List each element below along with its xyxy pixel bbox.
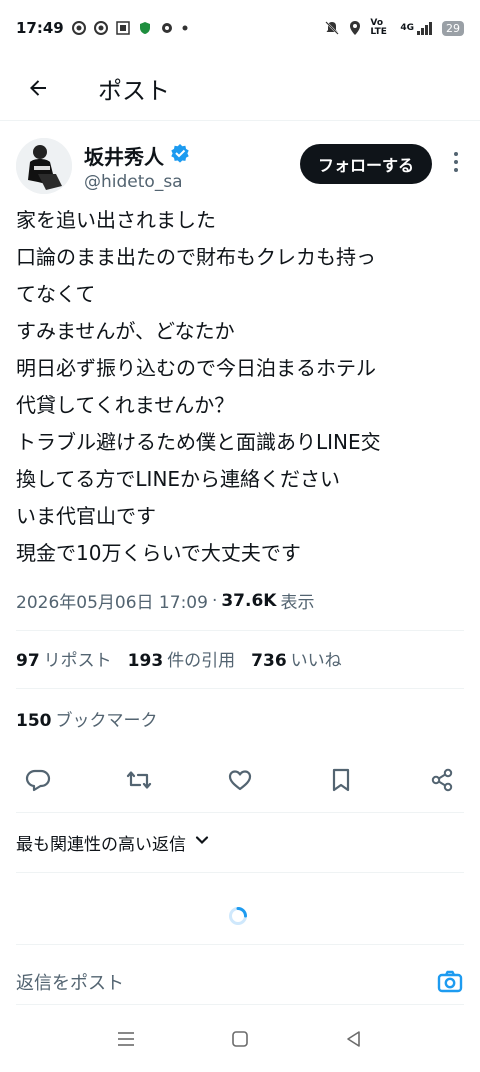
tweet-line: 明日必ず振り込むので今日泊まるホテル [16, 356, 376, 380]
top-app-bar: ポスト [0, 56, 480, 121]
reply-composer[interactable]: 返信をポスト [16, 962, 464, 1002]
quote-count: 193 [127, 651, 164, 671]
repost-count: 97 [16, 651, 40, 671]
divider [16, 688, 464, 689]
reply-sort-label: 最も関連性の高い返信 [16, 835, 186, 855]
back-triangle-icon[interactable] [345, 1030, 363, 1052]
location-icon [348, 20, 362, 36]
status-time: 17:49 [16, 19, 64, 37]
view-label: 表示 [280, 593, 315, 613]
more-options-icon[interactable] [448, 148, 464, 176]
like-label: いいね [290, 651, 342, 671]
author-handle[interactable]: @hideto_sa [84, 172, 190, 192]
tweet-line: 換してる方でLINEから連絡ください [16, 467, 341, 491]
chevron-down-icon [194, 832, 210, 853]
repost-stat[interactable]: 97 リポスト [16, 646, 112, 671]
like-stat[interactable]: 736 いいね [251, 646, 342, 671]
reply-input[interactable]: 返信をポスト [16, 969, 124, 995]
chrome-icon-2 [93, 21, 108, 35]
divider [16, 630, 464, 631]
tweet-line: トラブル避けるため僕と面識ありLINE交 [16, 430, 381, 454]
volte-indicator: Vo LTE [370, 18, 387, 37]
divider [16, 944, 464, 945]
loading-spinner-icon [228, 906, 248, 926]
follow-button[interactable]: フォローする [299, 144, 432, 184]
battery-indicator: 29 [442, 20, 464, 36]
tweet-line: 代貸してくれませんか？ [16, 393, 235, 417]
divider [16, 872, 464, 873]
quote-label: 件の引用 [167, 651, 236, 671]
like-heart-icon[interactable] [218, 758, 262, 802]
shield-icon [138, 21, 152, 35]
like-count: 736 [251, 651, 287, 671]
signal-icon: 4G [400, 21, 434, 35]
action-bar [16, 758, 464, 802]
repost-icon[interactable] [117, 758, 161, 802]
repost-label: リポスト [43, 651, 112, 671]
mute-bell-icon [324, 20, 340, 36]
tweet-line: 家を追い出されました [16, 208, 216, 232]
divider [16, 1004, 464, 1005]
network-type: 4G [400, 23, 414, 33]
tweet-text: 家を追い出されました 口論のまま出たので財布もクレカも持っ てなくて すみません… [16, 202, 464, 572]
tweet-line: てなくて [16, 282, 96, 306]
chrome-icon [71, 21, 86, 35]
tweet-meta: 2026年05月06日 17:09 · 37.6K 表示 [16, 588, 315, 614]
settings-gear-icon [160, 21, 174, 35]
bookmark-icon[interactable] [319, 758, 363, 802]
system-navigation-bar [0, 1010, 480, 1072]
divider [16, 812, 464, 813]
tweet-timestamp[interactable]: 2026年05月06日 17:09 [16, 588, 208, 613]
bookmark-label: ブックマーク [55, 711, 158, 731]
bookmark-count: 150 [16, 711, 52, 731]
author-name[interactable]: 坂井秀人 [84, 141, 164, 170]
screen-icon [116, 21, 130, 35]
home-icon[interactable] [231, 1030, 249, 1052]
view-count: 37.6K [221, 590, 277, 611]
avatar[interactable] [16, 138, 72, 194]
tweet-line: 現金で10万くらいで大丈夫です [16, 541, 301, 565]
verified-badge-icon [170, 143, 190, 168]
page-title: ポスト [98, 76, 170, 105]
share-icon[interactable] [420, 758, 464, 802]
reply-icon[interactable] [16, 758, 60, 802]
quote-stat[interactable]: 193 件の引用 [128, 646, 236, 671]
author-row: 坂井秀人 @hideto_sa フォローする [16, 138, 464, 194]
notification-dot-icon [182, 25, 188, 31]
reply-sort-selector[interactable]: 最も関連性の高い返信 [16, 830, 210, 855]
tweet-line: すみませんが、どなたか [16, 319, 235, 343]
camera-icon[interactable] [436, 968, 464, 996]
recent-apps-icon[interactable] [117, 1031, 135, 1051]
status-bar: 17:49 Vo LTE 4G 29 [0, 0, 480, 56]
meta-separator: · [211, 590, 218, 611]
back-arrow-icon[interactable] [26, 76, 50, 100]
bookmark-stat[interactable]: 150 ブックマーク [16, 706, 158, 731]
tweet-line: 口論のまま出たので財布もクレカも持っ [16, 245, 376, 269]
engagement-stats: 97 リポスト 193 件の引用 736 いいね [16, 646, 342, 671]
tweet-line: いま代官山です [16, 504, 156, 528]
